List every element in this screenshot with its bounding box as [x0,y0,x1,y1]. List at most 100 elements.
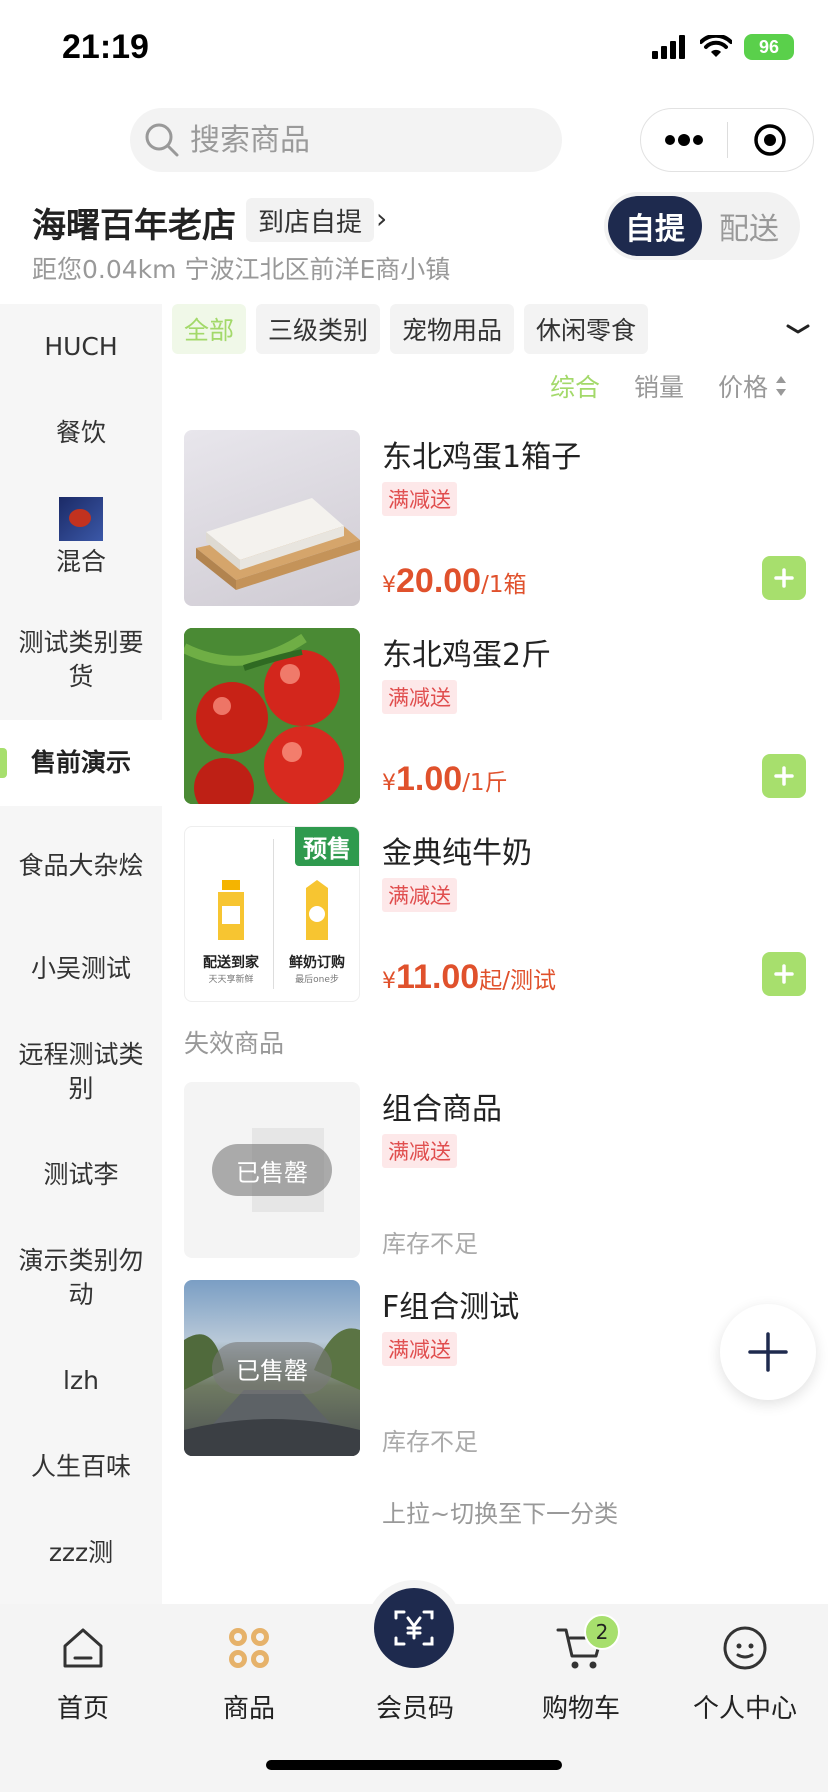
tab-products[interactable]: 商品 [166,1620,332,1730]
price-amount: 20.00 [396,562,482,600]
product-name[interactable]: 东北鸡蛋2斤 [382,630,551,674]
tomato-image [184,628,360,804]
signal-icon [652,35,685,59]
product-name[interactable]: 组合商品 [382,1084,502,1128]
product-price: ¥ 11.00 起/测试 [382,958,556,997]
tab-label: 首页 [56,1694,109,1724]
search-bar[interactable] [130,108,562,172]
sidebar-item[interactable]: 食品大杂烩 [0,806,162,926]
chip[interactable]: 宠物用品 [390,304,515,354]
more-menu-button[interactable] [641,109,727,171]
sidebar-item-active[interactable]: 售前演示 [0,720,162,806]
soldout-overlay: 已售罄 [212,1342,332,1394]
close-miniprogram-button[interactable] [728,109,814,171]
add-to-cart-button[interactable] [762,754,806,798]
sidebar-item-label: HUCH [44,332,118,361]
chevron-right-icon[interactable]: › [376,202,387,235]
promo-subtext: 天天享新鲜 [208,975,254,985]
currency-symbol: ¥ [382,969,396,994]
sort-price[interactable]: 价格 [718,366,788,406]
sidebar-item-label: 售前演示 [30,748,131,777]
product-image[interactable]: 已售罄 [184,1082,360,1258]
sidebar-item-label: 餐饮 [55,418,106,447]
invalid-product-card[interactable]: 已售罄 组合商品 满减送 库存不足 [184,1082,814,1260]
price-unit: 起/测试 [479,968,556,994]
stock-status: 库存不足 [382,1428,478,1456]
sidebar-item-label: 测试李 [43,1160,119,1189]
plus-icon [748,1332,788,1372]
sidebar-item-label: 测试类别要货 [18,628,144,691]
pull-up-hint: 上拉~切换至下一分类 [382,1500,619,1528]
product-image[interactable]: 已售罄 [184,1280,360,1456]
plus-icon [774,964,794,984]
milk-bottle-icon [218,880,244,940]
promo-tag: 满减送 [382,878,457,912]
sidebar-item-label: 小吴测试 [30,954,131,983]
member-code-button[interactable] [374,1588,454,1668]
sidebar-item[interactable]: 餐饮 [0,390,162,476]
sidebar-item[interactable]: 远程测试类别 [0,1012,162,1132]
sidebar-item[interactable]: 小吴测试 [0,926,162,1012]
tab-label: 商品 [222,1694,275,1724]
battery-level: 96 [758,36,780,57]
status-time: 21:19 [62,28,149,66]
miniprogram-capsule [640,108,814,172]
sidebar-item[interactable]: lzh [0,1338,162,1424]
invalid-product-card[interactable]: 已售罄 F组合测试 满减送 库存不足 [184,1280,814,1458]
sort-price-label: 价格 [718,373,769,402]
price-amount: 11.00 [396,958,480,996]
sidebar-item[interactable]: 测试类别要货 [0,600,162,720]
sidebar-item-label: zzz测 [48,1538,114,1567]
cart-count-badge: 2 [584,1614,620,1650]
soldout-overlay: 已售罄 [212,1144,332,1196]
promo-text: 配送到家 [203,955,259,971]
product-image[interactable]: 配送到家 天天享新鲜 鲜奶订购 最后one步 预售 [184,826,360,1002]
product-card[interactable]: 东北鸡蛋1箱子 满减送 ¥ 20.00 /1箱 [184,430,814,608]
price-amount: 1.00 [396,760,463,798]
sidebar-item-label: lzh [63,1366,99,1395]
tab-home[interactable]: 首页 [0,1620,166,1730]
tab-profile[interactable]: 个人中心 [662,1620,828,1730]
add-to-cart-button[interactable] [762,952,806,996]
product-name[interactable]: F组合测试 [382,1282,519,1326]
grid-icon [225,1620,273,1676]
sidebar-item[interactable]: 测试李 [0,1132,162,1218]
product-image[interactable] [184,430,360,606]
status-bar: 21:19 96 [0,0,828,100]
mode-pickup-button[interactable]: 自提 [608,196,702,256]
search-icon [145,123,179,157]
sidebar-item[interactable]: 人生百味 [0,1424,162,1510]
battery-icon: 96 [744,34,794,60]
product-name[interactable]: 东北鸡蛋1箱子 [382,432,581,476]
chevron-down-icon[interactable] [784,316,812,344]
search-input[interactable] [190,122,530,158]
product-price: ¥ 1.00 /1斤 [382,760,508,799]
add-to-cart-button[interactable] [762,556,806,600]
chip-all[interactable]: 全部 [172,304,247,354]
pickup-tag[interactable]: 到店自提 [246,198,375,242]
mode-delivery-button[interactable]: 配送 [702,196,796,256]
product-card[interactable]: 配送到家 天天享新鲜 鲜奶订购 最后one步 预售 金典纯牛奶 满减送 ¥ 11… [184,826,814,1004]
product-name[interactable]: 金典纯牛奶 [382,828,532,872]
more-icon [664,134,703,146]
tab-label: 购物车 [541,1694,620,1724]
sort-comprehensive[interactable]: 综合 [550,366,600,406]
store-name[interactable]: 海曙百年老店 [32,198,236,247]
floating-add-button[interactable] [720,1304,816,1400]
promo-tag: 满减送 [382,1134,457,1168]
status-icons: 96 [652,34,794,60]
sidebar-item[interactable]: 演示类别勿动 [0,1218,162,1338]
sidebar-item[interactable]: 混合 [0,476,162,600]
presale-badge: 预售 [295,827,359,866]
sort-sales[interactable]: 销量 [634,366,684,406]
promo-tag: 满减送 [382,482,457,516]
sidebar-item[interactable]: HUCH [0,304,162,390]
tab-cart[interactable]: 购物车 [498,1620,664,1730]
chip[interactable]: 三级类别 [256,304,381,354]
sidebar-item[interactable]: zzz测 [0,1510,162,1596]
tab-label: 个人中心 [692,1694,797,1724]
chip[interactable]: 休闲零食 [524,304,649,354]
product-image[interactable] [184,628,360,804]
invalid-products-title: 失效商品 [184,1029,285,1058]
product-card[interactable]: 东北鸡蛋2斤 满减送 ¥ 1.00 /1斤 [184,628,814,806]
